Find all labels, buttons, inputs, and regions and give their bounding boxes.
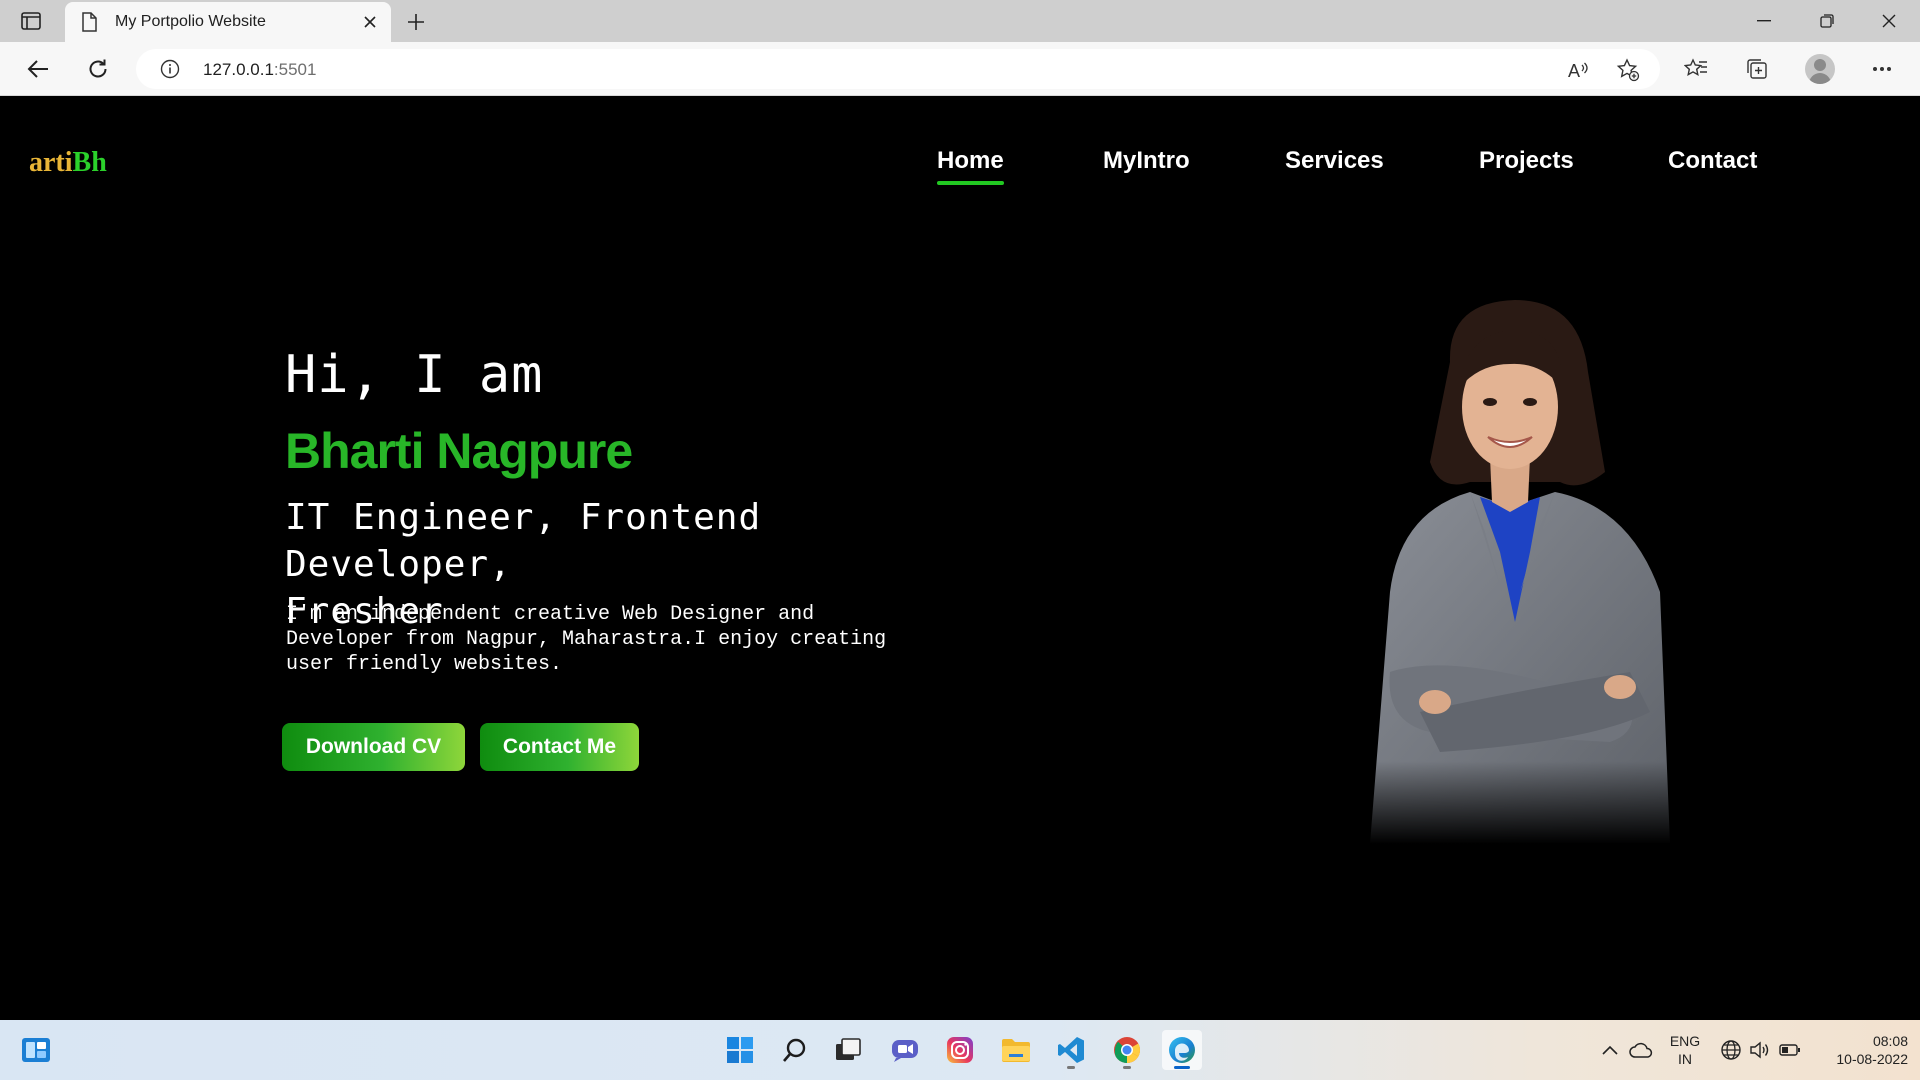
- edge-icon[interactable]: [1162, 1030, 1202, 1070]
- site-info-icon[interactable]: [160, 59, 180, 84]
- favorites-icon[interactable]: [1680, 53, 1712, 85]
- browser-toolbar: 127.0.0.1:5501 A: [0, 42, 1920, 96]
- widgets-icon[interactable]: [16, 1030, 56, 1070]
- start-icon[interactable]: [720, 1030, 760, 1070]
- back-button[interactable]: [22, 53, 54, 85]
- tab-close-icon[interactable]: [359, 11, 381, 33]
- svg-text:A: A: [1568, 61, 1580, 80]
- file-explorer-icon[interactable]: [996, 1030, 1036, 1070]
- add-favorite-icon[interactable]: [1614, 56, 1642, 84]
- chat-icon[interactable]: [885, 1030, 925, 1070]
- windows-taskbar: ENG IN 08:08 10-08-2022: [0, 1020, 1920, 1080]
- profile-avatar[interactable]: [1805, 54, 1835, 84]
- tab-actions-icon[interactable]: [18, 9, 44, 33]
- browser-tab-bar: My Portpolio Website: [0, 0, 1920, 42]
- onedrive-cloud-icon[interactable]: [1621, 1030, 1661, 1070]
- profile-photo: [1330, 292, 1690, 844]
- browser-tab-active[interactable]: My Portpolio Website: [65, 2, 391, 42]
- vscode-icon[interactable]: [1051, 1030, 1091, 1070]
- search-icon[interactable]: [775, 1030, 815, 1070]
- url-text[interactable]: 127.0.0.1:5501: [203, 60, 316, 80]
- nav-projects[interactable]: Projects: [1479, 147, 1574, 175]
- greeting-text: Hi, I am: [285, 345, 544, 405]
- vscode-running-indicator: [1067, 1066, 1075, 1069]
- battery-icon[interactable]: [1770, 1030, 1810, 1070]
- instagram-icon[interactable]: [940, 1030, 980, 1070]
- hero-bio: I'm an independent creative Web Designer…: [286, 603, 887, 676]
- edge-active-indicator: [1174, 1066, 1190, 1069]
- restore-button[interactable]: [1796, 0, 1858, 42]
- portfolio-page: artiBh Home MyIntro Services Projects Co…: [0, 97, 1920, 1020]
- nav-services[interactable]: Services: [1285, 147, 1384, 175]
- address-bar[interactable]: 127.0.0.1:5501 A: [136, 49, 1660, 89]
- read-aloud-icon[interactable]: A: [1564, 56, 1592, 84]
- close-window-button[interactable]: [1858, 0, 1920, 42]
- contact-me-button[interactable]: Contact Me: [480, 723, 639, 771]
- chrome-icon[interactable]: [1107, 1030, 1147, 1070]
- chrome-running-indicator: [1123, 1066, 1131, 1069]
- site-logo[interactable]: artiBh: [29, 147, 107, 179]
- task-view-icon[interactable]: [828, 1030, 868, 1070]
- nav-home[interactable]: Home: [937, 147, 1004, 185]
- tab-title: My Portpolio Website: [115, 13, 266, 30]
- clock[interactable]: 08:08 10-08-2022: [1812, 1032, 1908, 1068]
- collections-icon[interactable]: [1741, 53, 1773, 85]
- more-options-icon[interactable]: [1866, 53, 1898, 85]
- new-tab-button[interactable]: [402, 8, 430, 36]
- language-indicator[interactable]: ENG IN: [1668, 1032, 1702, 1068]
- nav-myintro[interactable]: MyIntro: [1103, 147, 1190, 175]
- page-icon: [81, 12, 97, 37]
- hero-name: Bharti Nagpure: [285, 423, 633, 479]
- nav-contact[interactable]: Contact: [1668, 147, 1757, 175]
- download-cv-button[interactable]: Download CV: [282, 723, 465, 771]
- minimize-button[interactable]: [1733, 0, 1795, 42]
- refresh-button[interactable]: [82, 53, 114, 85]
